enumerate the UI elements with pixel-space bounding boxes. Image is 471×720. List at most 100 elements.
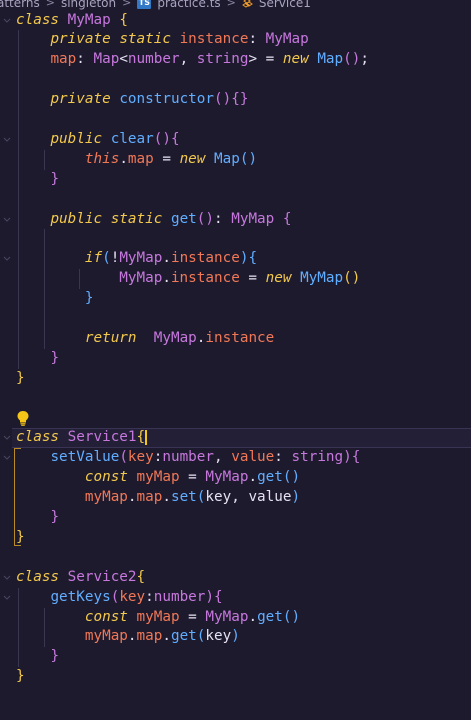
code-line[interactable]: }: [16, 647, 59, 667]
code-token: map: [127, 150, 154, 167]
code-line[interactable]: const myMap = MyMap.get(): [16, 468, 300, 488]
code-token: }: [50, 349, 60, 366]
fold-chevron-icon[interactable]: [2, 215, 12, 225]
code-token: private: [50, 31, 111, 48]
code-token: {: [282, 210, 292, 227]
code-line[interactable]: }: [16, 170, 59, 190]
lightbulb-icon[interactable]: [16, 410, 30, 426]
fold-chevron-icon[interactable]: [2, 453, 12, 463]
code-line[interactable]: myMap.map.set(key, value): [16, 488, 300, 508]
code-token: (): [153, 130, 171, 147]
code-line[interactable]: class Service2{: [16, 568, 145, 588]
code-line[interactable]: const myMap = MyMap.get(): [16, 608, 300, 628]
code-line[interactable]: }: [16, 369, 25, 389]
code-token: <: [119, 51, 128, 68]
code-line[interactable]: MyMap.instance = new MyMap(): [16, 269, 360, 289]
code-token: const: [84, 608, 128, 625]
code-token: constructor: [119, 91, 214, 108]
code-token: if: [84, 250, 103, 267]
code-token: (): [196, 210, 215, 227]
code-token: class: [16, 568, 60, 585]
code-token: instance: [170, 270, 240, 287]
code-token: :: [214, 210, 232, 227]
code-token: myMap: [84, 489, 128, 506]
code-token: MyMap: [205, 608, 249, 625]
breadcrumb-segment-folder[interactable]: atterns: [0, 0, 40, 9]
code-token: Map: [214, 150, 240, 167]
code-line[interactable]: }: [16, 508, 59, 528]
code-token: MyMap: [300, 270, 344, 287]
code-token: map: [50, 51, 77, 68]
code-token: MyMap: [119, 250, 163, 267]
code-token: .: [248, 469, 258, 486]
breadcrumb-segment-symbol[interactable]: Service1: [259, 0, 311, 9]
fold-chevron-icon[interactable]: [2, 433, 12, 443]
code-line[interactable]: class Service1{: [16, 428, 148, 448]
code-token: key: [119, 588, 146, 605]
code-token: }: [84, 290, 94, 307]
code-line[interactable]: class MyMap {: [16, 11, 128, 31]
code-line[interactable]: }: [16, 349, 59, 369]
code-token: }: [16, 668, 25, 685]
code-token: instance: [170, 250, 240, 267]
breadcrumb-separator: >: [226, 0, 236, 9]
code-token: new: [265, 270, 292, 287]
code-line[interactable]: public static get(): MyMap {: [16, 210, 292, 230]
code-line[interactable]: }: [16, 528, 25, 548]
code-editor[interactable]: class MyMap { private static instance: M…: [0, 10, 471, 720]
code-token: {: [119, 11, 128, 28]
code-token: :: [145, 588, 154, 605]
code-line[interactable]: map: Map<number, string> = new Map();: [16, 50, 369, 70]
code-token: myMap: [136, 608, 180, 625]
code-token: =: [179, 469, 206, 486]
code-token: (: [102, 250, 111, 267]
fold-chevron-icon[interactable]: [2, 573, 12, 583]
code-line[interactable]: private constructor(){}: [16, 90, 248, 110]
code-token: Map: [93, 51, 120, 68]
code-line[interactable]: myMap.map.get(key): [16, 627, 240, 647]
code-line[interactable]: setValue(key:number, value: string){: [16, 448, 360, 468]
code-token: value: [231, 449, 275, 466]
code-token: get: [257, 608, 283, 625]
code-token: }: [50, 509, 60, 525]
breadcrumb-segment-file[interactable]: practice.ts: [157, 0, 220, 9]
code-line[interactable]: this.map = new Map(): [16, 150, 257, 170]
breadcrumb-separator: >: [122, 0, 132, 9]
code-token: .: [248, 608, 258, 625]
code-token: ,: [179, 51, 197, 68]
code-token: {: [214, 588, 223, 605]
code-token: .: [162, 250, 171, 267]
fold-chevron-icon[interactable]: [2, 254, 12, 264]
code-token: public: [50, 130, 103, 147]
code-line[interactable]: private static instance: MyMap: [16, 30, 308, 50]
code-line[interactable]: public clear(){: [16, 130, 179, 150]
code-line[interactable]: if(!MyMap.instance){: [16, 249, 257, 269]
fold-chevron-icon[interactable]: [2, 593, 12, 603]
code-token: string: [291, 449, 344, 466]
breadcrumb-segment-singleton[interactable]: singleton: [61, 0, 116, 9]
code-token: number: [162, 449, 215, 466]
code-token: {}: [231, 91, 249, 108]
code-line[interactable]: }: [16, 667, 25, 687]
code-line[interactable]: getKeys(key:number){: [16, 588, 223, 608]
fold-chevron-icon[interactable]: [2, 16, 12, 26]
code-line[interactable]: return MyMap.instance: [16, 329, 274, 349]
code-token: =: [179, 608, 206, 625]
fold-chevron-icon[interactable]: [2, 135, 12, 145]
code-line[interactable]: }: [16, 289, 94, 309]
